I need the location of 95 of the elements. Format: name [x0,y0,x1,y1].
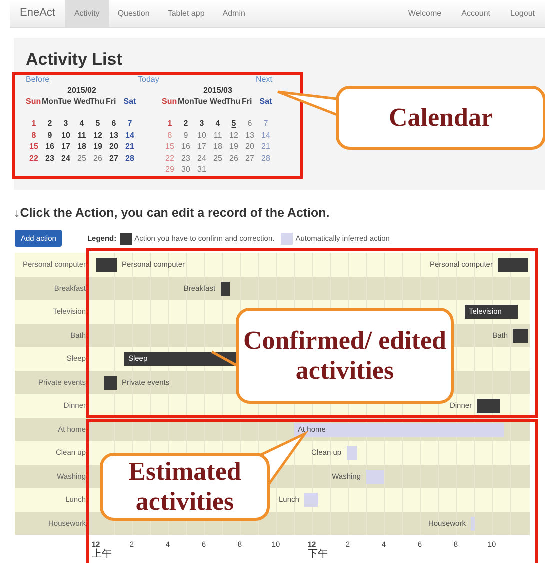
before-link[interactable]: Before [26,75,138,85]
calendar-day[interactable]: 16 [42,141,58,152]
next-link[interactable]: Next [256,75,272,85]
month-title: 2015/02 [66,85,98,96]
calendar-day[interactable]: 29 [162,164,178,176]
calendar-day[interactable]: 30 [178,164,194,176]
calendar-day[interactable]: 13 [106,130,122,141]
period-label: 下午 [308,549,328,560]
calendar-day[interactable]: 4 [210,118,226,130]
nav-tab[interactable]: Tablet app [158,0,214,27]
calendar-day[interactable]: 23 [178,152,194,164]
calendar-day[interactable]: 24 [194,152,210,164]
calendar-day[interactable]: 14 [258,130,274,141]
calendar-day[interactable]: 17 [194,141,210,152]
weekday-label: Tue [194,96,209,107]
calendar-day[interactable]: 21 [258,141,274,152]
calendar-day[interactable]: 21 [122,141,138,152]
weekday-label: Tue [58,96,73,107]
calendar-day[interactable]: 20 [106,141,122,152]
instruction-text: ↓Click the Action, you can edit a record of the Action. [14,205,331,221]
calendar-day[interactable]: 28 [258,152,274,164]
brand-name[interactable]: EneAct [20,5,56,22]
calendar-day[interactable]: 1 [26,118,42,130]
calendar-day[interactable]: 25 [74,152,90,164]
calendar-day[interactable]: 13 [242,130,258,141]
calendar-day[interactable]: 10 [194,130,210,141]
nav-tab[interactable]: Admin [214,0,254,27]
calendar-day[interactable]: 27 [242,152,258,164]
calendar-day[interactable]: 16 [178,141,194,152]
calendar-day[interactable]: 9 [178,130,194,141]
calendar-day[interactable]: 1 [162,118,178,130]
calendar-day[interactable]: 25 [210,152,226,164]
calendar-day[interactable]: 19 [90,141,106,152]
calendar-day[interactable]: 5 [90,118,106,130]
calendar-day[interactable]: 22 [162,152,178,164]
calendar-day[interactable]: 8 [26,130,42,141]
nav-link[interactable]: Welcome [398,8,452,20]
calendar-day[interactable]: 10 [58,130,74,141]
calendar-day[interactable]: 7 [258,118,274,130]
calendar-day[interactable]: 7 [122,118,138,130]
calendar-day[interactable]: 14 [122,130,138,141]
weekday-label: Thu [226,96,242,107]
activity-bar[interactable] [513,328,528,342]
weekday-label: Wed [210,96,226,107]
weekday-label: Sun [26,96,42,107]
calendar-day[interactable]: 31 [194,164,210,176]
calendar-day[interactable]: 6 [242,118,258,130]
calendar-day[interactable]: 3 [58,118,74,130]
weekday-label: Sat [258,96,274,107]
weekday-label: Wed [74,96,90,107]
weekday-label: Mon [42,96,58,107]
calendar-day[interactable]: 27 [106,152,122,164]
today-link[interactable]: Today [138,75,256,85]
calendar-day[interactable]: 19 [226,141,242,152]
callout-bubble: Calendar [336,86,545,150]
calendar-day[interactable]: 8 [162,130,178,141]
calendar-day[interactable]: 12 [90,130,106,141]
calendar-day[interactable]: 15 [162,141,178,152]
calendar-day[interactable]: 24 [58,152,74,164]
calendar-day[interactable]: 2 [178,118,194,130]
calendar-day[interactable]: 18 [74,141,90,152]
weekday-label: Thu [90,96,106,107]
activity-bar[interactable] [104,376,118,390]
calendar-day[interactable]: 28 [122,152,138,164]
calendar-day[interactable]: 6 [106,118,122,130]
nav-link[interactable]: Account [452,8,501,20]
calendar-day[interactable]: 26 [226,152,242,164]
calendar-day[interactable]: 22 [26,152,42,164]
calendar-day[interactable]: 11 [210,130,226,141]
calendar-day[interactable]: 26 [90,152,106,164]
page-title: Activity List [26,50,124,70]
weekday-label: Fri [106,96,118,107]
calendar-day[interactable]: 9 [42,130,58,141]
calendar-day[interactable]: 12 [226,130,242,141]
nav-link[interactable]: Logout [500,8,545,20]
calendar-day[interactable]: 5 [226,118,242,130]
calendar-day[interactable]: 20 [242,141,258,152]
activity-bar[interactable] [96,258,118,272]
calendar-day[interactable]: 17 [58,141,74,152]
calendar-day[interactable]: 3 [194,118,210,130]
period-label: 上午 [92,549,112,560]
calendar-day[interactable]: 11 [74,130,90,141]
nav-tab[interactable]: Activity [65,0,109,27]
calendar-day[interactable]: 15 [26,141,42,152]
calendar-day[interactable]: 18 [210,141,226,152]
calendar-day[interactable]: 23 [42,152,58,164]
nav-tab[interactable]: Question [108,0,159,27]
calendar-day[interactable]: 2 [42,118,58,130]
weekday-label: Sun [162,96,178,107]
calendar-day[interactable]: 4 [74,118,90,130]
activity-bar[interactable] [220,282,230,296]
weekday-label: Mon [178,96,194,107]
month-title: 2015/03 [202,85,234,96]
weekday-label: Sat [122,96,138,107]
weekday-label: Fri [242,96,254,107]
